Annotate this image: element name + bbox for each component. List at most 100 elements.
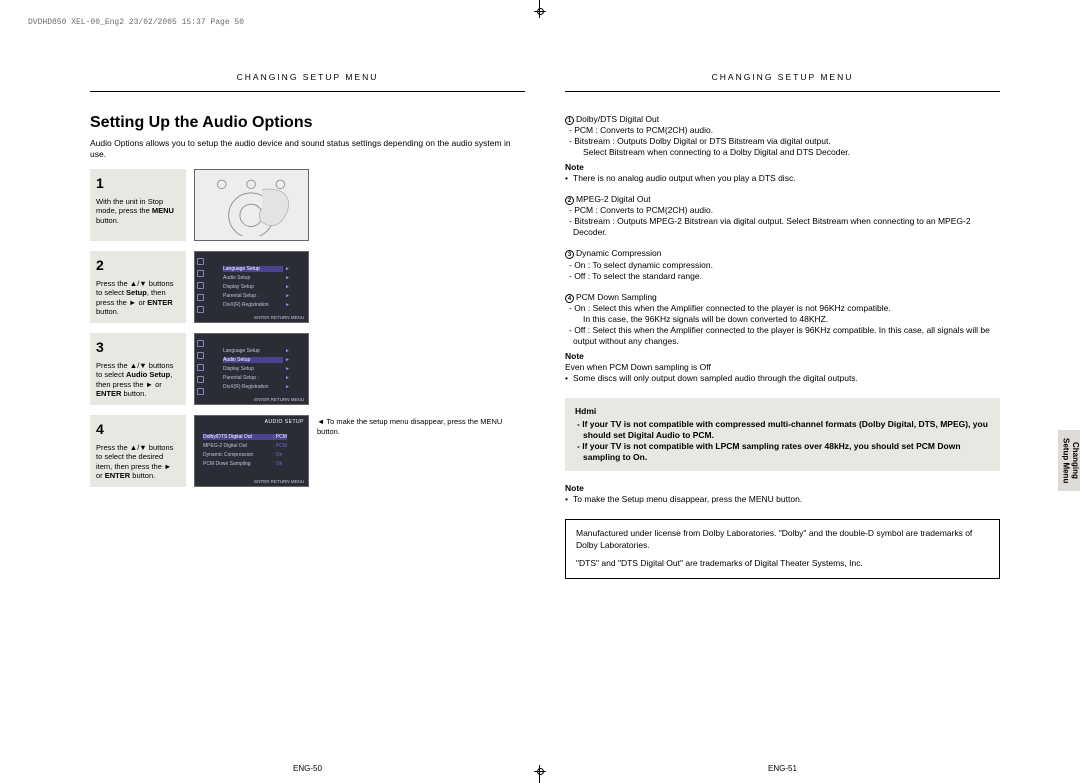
registration-mark-bottom [534, 765, 546, 783]
option-heading: MPEG-2 Digital Out [576, 194, 651, 204]
section-header-left: CHANGING SETUP MENU [90, 70, 525, 92]
step-2-instruction: 2 Press the ▲/▼ buttons to select Setup,… [90, 251, 186, 323]
document-header: DVDHD850 XEL-00_Eng2 23/02/2005 15:37 Pa… [28, 18, 244, 27]
note-text: Some discs will only output down sampled… [565, 373, 1000, 384]
step-text-bold: Audio Setup [126, 370, 170, 379]
arrow-icon: ► [285, 375, 290, 381]
numbered-icon: 3 [565, 250, 574, 259]
note-text: To make the Setup menu disappear, press … [565, 494, 1000, 505]
step-4-instruction: 4 Press the ▲/▼ buttons to select the de… [90, 415, 186, 487]
option-heading: Dolby/DTS Digital Out [576, 114, 659, 124]
option-line: - Bitstream : Outputs MPEG-2 Bitstrean v… [565, 216, 1000, 238]
hdmi-line: If your TV is not compatible with compre… [582, 419, 988, 440]
license-text: "DTS" and "DTS Digital Out" are trademar… [576, 558, 989, 570]
page-spread: CHANGING SETUP MENU Setting Up the Audio… [80, 70, 1030, 763]
menu-item: MPEG-2 Digital Out [203, 443, 273, 449]
arrow-icon: ► [285, 275, 290, 281]
option-line: - PCM : Converts to PCM(2CH) audio. [565, 125, 1000, 136]
step-text-bold: ENTER [105, 471, 130, 480]
hdmi-line: If your TV is not compatible with LPCM s… [582, 441, 960, 462]
hdmi-box: Hdmi - If your TV is not compatible with… [565, 398, 1000, 471]
step-2-menu-screenshot: Language Setup► Audio Setup► Display Set… [194, 251, 309, 323]
menu-item: DivX(R) Registration [223, 384, 283, 390]
option-heading: PCM Down Sampling [576, 292, 657, 302]
note-label: Note [565, 351, 1000, 362]
step-text-bold: Setup [126, 288, 147, 297]
note-label: Note [565, 162, 1000, 173]
step-number: 2 [96, 257, 180, 275]
page-number-right: ENG-51 [555, 764, 1010, 773]
menu-value: : PCM [273, 434, 287, 440]
menu-item: DivX(R) Registration [223, 302, 283, 308]
hdmi-heading: Hdmi [575, 406, 990, 417]
step-3-menu-screenshot: Language Setup► Audio Setup► Display Set… [194, 333, 309, 405]
step-text: button. [121, 389, 146, 398]
numbered-icon: 4 [565, 294, 574, 303]
step-text: button. [96, 216, 119, 225]
step-1-remote-illustration [194, 169, 309, 241]
step-number: 3 [96, 339, 180, 357]
option-line: - PCM : Converts to PCM(2CH) audio. [565, 205, 1000, 216]
step-number: 4 [96, 421, 180, 439]
menu-item: Dynamic Compression [203, 452, 273, 458]
option-mpeg2: 2MPEG-2 Digital Out - PCM : Converts to … [565, 194, 1000, 238]
arrow-icon: ► [285, 293, 290, 299]
menu-footer: ENTER RETURN MENU [254, 479, 304, 484]
step-3-instruction: 3 Press the ▲/▼ buttons to select Audio … [90, 333, 186, 405]
option-heading: Dynamic Compression [576, 248, 662, 258]
arrow-icon: ► [285, 366, 290, 372]
menu-item: Parental Setup : [223, 375, 283, 381]
numbered-icon: 1 [565, 116, 574, 125]
menu-item: Language Setup [223, 348, 283, 354]
intro-text: Audio Options allows you to setup the au… [90, 138, 525, 159]
menu-item: Display Setup [223, 366, 283, 372]
menu-footer: ENTER RETURN MENU [254, 397, 304, 402]
side-tab: Changing Setup Menu [1058, 430, 1080, 491]
section-header-left-text: CHANGING SETUP MENU [237, 72, 379, 82]
option-line: - Off : Select this when the Amplifier c… [565, 325, 1000, 347]
registration-mark-top [534, 0, 546, 18]
page-left: CHANGING SETUP MENU Setting Up the Audio… [80, 70, 535, 763]
step-2: 2 Press the ▲/▼ buttons to select Setup,… [90, 251, 525, 323]
license-text: Manufactured under license from Dolby La… [576, 528, 989, 552]
option-subline: Select Bitstream when connecting to a Do… [565, 147, 1000, 158]
option-line: - On : To select dynamic compression. [565, 260, 1000, 271]
step-1-instruction: 1 With the unit in Stop mode, press the … [90, 169, 186, 241]
note-text: There is no analog audio output when you… [565, 173, 1000, 184]
arrow-icon: ► [285, 284, 290, 290]
arrow-icon: ► [285, 302, 290, 308]
page-right: CHANGING SETUP MENU 1Dolby/DTS Digital O… [555, 70, 1010, 763]
step-text-bold: ENTER [147, 298, 172, 307]
menu-item: Dolby/DTS Digital Out [203, 434, 273, 440]
menu-item: PCM Down Sampling [203, 461, 273, 467]
side-tab-line1: Changing [1071, 442, 1080, 479]
step-4-audio-menu-screenshot: AUDIO SETUP Dolby/DTS Digital Out: PCM M… [194, 415, 309, 487]
step-text-bold: ENTER [96, 389, 121, 398]
step-number: 1 [96, 175, 180, 193]
menu-item: Parental Setup : [223, 293, 283, 299]
section-header-right: CHANGING SETUP MENU [565, 70, 1000, 92]
menu-value: : On [273, 461, 282, 467]
note-text: Even when PCM Down sampling is Off [565, 362, 1000, 373]
option-line: - Off : To select the standard range. [565, 271, 1000, 282]
arrow-icon: ► [285, 357, 290, 363]
section-header-right-text: CHANGING SETUP MENU [712, 72, 854, 82]
step-text: button. [96, 307, 119, 316]
menu-footer: ENTER RETURN MENU [254, 315, 304, 320]
option-dynamic-compression: 3Dynamic Compression - On : To select dy… [565, 248, 1000, 281]
page-title: Setting Up the Audio Options [90, 114, 525, 132]
option-subline: In this case, the 96KHz signals will be … [565, 314, 1000, 325]
menu-title: AUDIO SETUP [265, 419, 304, 425]
option-pcm-downsampling: 4PCM Down Sampling - On : Select this wh… [565, 292, 1000, 384]
step-text-bold: MENU [152, 206, 174, 215]
side-tab-line2: Setup Menu [1061, 438, 1070, 483]
step-3: 3 Press the ▲/▼ buttons to select Audio … [90, 333, 525, 405]
arrow-icon: ► [285, 266, 290, 272]
menu-item: Display Setup [223, 284, 283, 290]
dolby-license-box: Manufactured under license from Dolby La… [565, 519, 1000, 579]
option-line: - Bitstream : Outputs Dolby Digital or D… [565, 136, 1000, 147]
menu-item: Language Setup [223, 266, 283, 272]
step-1: 1 With the unit in Stop mode, press the … [90, 169, 525, 241]
numbered-icon: 2 [565, 196, 574, 205]
option-line: - On : Select this when the Amplifier co… [565, 303, 1000, 314]
